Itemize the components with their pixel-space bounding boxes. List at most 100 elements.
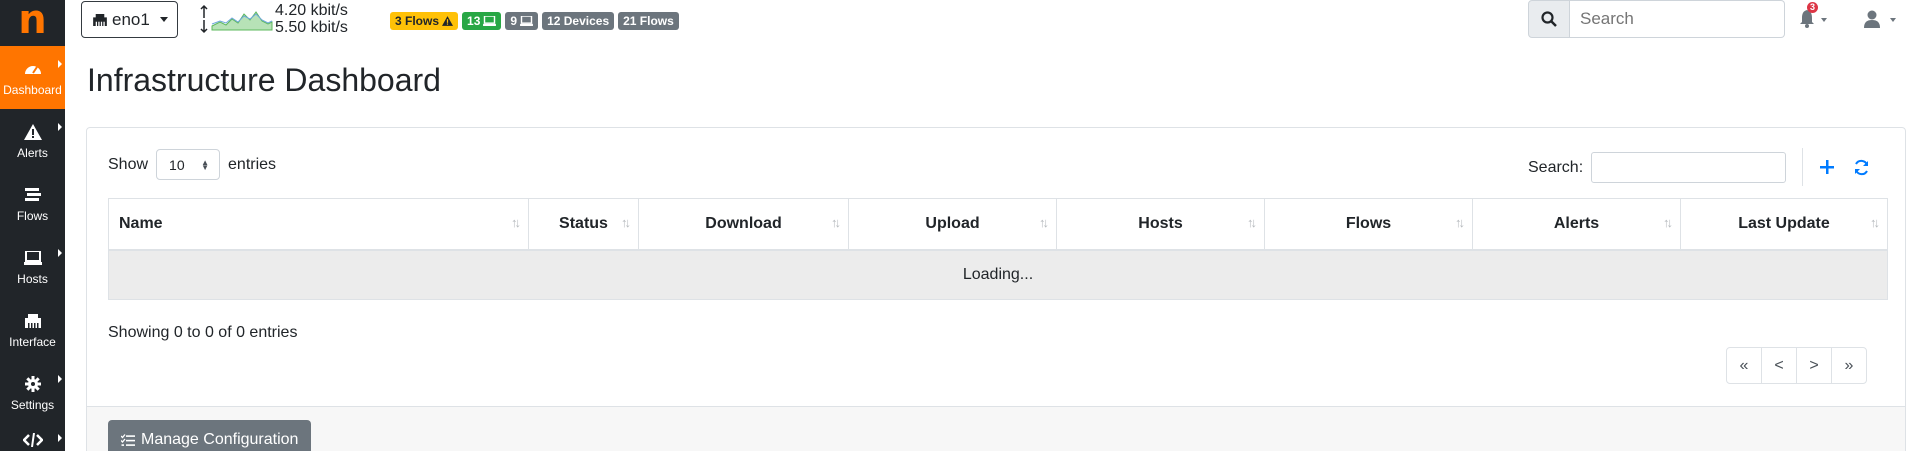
caret-down-icon <box>1821 18 1827 22</box>
column-header-download[interactable]: Download ↑↓ <box>638 198 849 251</box>
page-length-select[interactable]: 10 ▲ ▼ <box>156 149 221 180</box>
sort-icon: ↑↓ <box>1455 215 1465 230</box>
sort-icon: ↑↓ <box>511 215 521 230</box>
add-button[interactable] <box>1819 159 1835 175</box>
column-header-status[interactable]: Status ↑↓ <box>528 198 639 251</box>
interface-dropdown[interactable]: eno1 <box>81 1 178 38</box>
previous-page-button[interactable]: < <box>1761 347 1797 384</box>
laptop-icon <box>520 16 533 26</box>
badge-label: 13 <box>467 14 481 28</box>
tasks-list-icon <box>121 433 135 447</box>
active-hosts-badge[interactable]: 13 <box>462 12 502 30</box>
column-header-hosts[interactable]: Hosts ↑↓ <box>1056 198 1265 251</box>
column-label: Alerts <box>1553 214 1600 232</box>
global-search <box>1528 0 1785 38</box>
pagination: « < > » <box>1726 347 1867 384</box>
caret-right-icon <box>58 249 62 257</box>
devices-badge[interactable]: 12 Devices <box>542 12 615 30</box>
flows-alert-badge[interactable]: 3 Flows <box>390 12 459 30</box>
gear-icon <box>23 374 43 394</box>
caret-down-icon <box>159 17 168 22</box>
table-search-label: Search: <box>1528 158 1584 176</box>
sidebar-item-label: Dashboard <box>3 82 62 97</box>
sidebar: n Dashboard Alerts Flows Hosts Interface <box>0 0 65 451</box>
user-icon <box>1864 10 1880 28</box>
entries-label: entries <box>228 155 277 173</box>
sidebar-item-label: Flows <box>16 208 49 223</box>
caret-right-icon <box>58 375 62 383</box>
infrastructure-card: Show 10 ▲ ▼ entries Search: Name ↑↓ Status… <box>86 127 1906 451</box>
column-header-flows[interactable]: Flows ↑↓ <box>1264 198 1473 251</box>
sort-icon: ↑↓ <box>621 215 631 230</box>
sort-icon: ↑↓ <box>1870 215 1880 230</box>
length-control: Show 10 ▲ ▼ entries <box>108 149 276 180</box>
next-page-button[interactable]: > <box>1796 347 1832 384</box>
column-label: Flows <box>1345 214 1392 232</box>
status-badges: 3 Flows 13 9 12 Devices 21 Flows <box>390 12 679 30</box>
sort-icon: ↑↓ <box>831 215 841 230</box>
search-icon <box>1541 11 1557 27</box>
sidebar-item-label: Interface <box>9 334 56 349</box>
sidebar-item-developer[interactable] <box>0 424 65 451</box>
refresh-button[interactable] <box>1853 159 1870 176</box>
interface-name: eno1 <box>112 9 150 29</box>
flows-badge[interactable]: 21 Flows <box>618 12 679 30</box>
upload-rate: 4.20 kbit/s <box>275 2 348 19</box>
warning-icon <box>442 16 454 26</box>
sidebar-item-flows[interactable]: Flows <box>0 172 65 235</box>
sort-icon: ↑↓ <box>1247 215 1257 230</box>
user-dropdown[interactable] <box>1860 8 1900 32</box>
speedometer-icon <box>23 59 43 79</box>
caret-right-icon <box>58 60 62 68</box>
sidebar-item-label: Hosts <box>17 271 48 286</box>
hosts-badge[interactable]: 9 <box>505 12 539 30</box>
sort-icon: ↑↓ <box>1039 215 1049 230</box>
first-page-button[interactable]: « <box>1726 347 1762 384</box>
caret-down-icon <box>1890 18 1896 22</box>
sidebar-item-alerts[interactable]: Alerts <box>0 109 65 172</box>
table-header-row: Name ↑↓ Status ↑↓ Download ↑↓ Upload ↑↓ Host… <box>108 198 1888 251</box>
sidebar-item-hosts[interactable]: Hosts <box>0 235 65 298</box>
table-row: Loading... <box>108 249 1888 300</box>
caret-right-icon <box>58 123 62 131</box>
warning-icon <box>23 122 43 142</box>
table-info: Showing 0 to 0 of 0 entries <box>108 324 298 341</box>
loading-cell: Loading... <box>108 249 1888 300</box>
last-page-button[interactable]: » <box>1831 347 1867 384</box>
sidebar-item-settings[interactable]: Settings <box>0 361 65 424</box>
search-button[interactable] <box>1528 0 1570 38</box>
ethernet-icon <box>23 311 43 331</box>
badge-label: 9 <box>510 14 518 28</box>
ethernet-icon <box>93 13 107 26</box>
manage-configuration-button[interactable]: Manage Configuration <box>108 420 312 451</box>
table-search-input[interactable] <box>1591 152 1787 183</box>
notifications-dropdown[interactable]: 3 <box>1795 2 1831 32</box>
column-header-last-update[interactable]: Last Update ↑↓ <box>1680 198 1888 251</box>
page-length-value: 10 <box>169 156 185 173</box>
download-rate: 5.50 kbit/s <box>275 19 348 36</box>
stream-icon <box>23 185 43 205</box>
traffic-sparkline[interactable] <box>200 4 275 39</box>
infrastructure-table: Name ↑↓ Status ↑↓ Download ↑↓ Upload ↑↓ Host… <box>108 198 1888 300</box>
column-label: Name <box>119 214 163 232</box>
sidebar-item-interface[interactable]: Interface <box>0 298 65 361</box>
column-label: Download <box>705 214 782 232</box>
sidebar-item-label: Settings <box>10 397 55 412</box>
manage-configuration-label: Manage Configuration <box>141 431 299 448</box>
throughput-rates: 4.20 kbit/s 5.50 kbit/s <box>275 2 348 36</box>
table-tools <box>1802 148 1870 186</box>
column-label: Hosts <box>1138 214 1183 232</box>
card-footer: Manage Configuration <box>87 406 1905 451</box>
column-header-upload[interactable]: Upload ↑↓ <box>848 198 1057 251</box>
sidebar-item-label: Alerts <box>17 145 48 160</box>
sidebar-item-dashboard[interactable]: Dashboard <box>0 46 65 109</box>
search-input[interactable] <box>1570 0 1785 38</box>
select-arrows-icon: ▲ ▼ <box>201 158 210 172</box>
ntopng-logo[interactable]: n <box>0 0 65 46</box>
notification-count-badge: 3 <box>1807 2 1819 13</box>
column-header-alerts[interactable]: Alerts ↑↓ <box>1472 198 1681 251</box>
column-header-name[interactable]: Name ↑↓ <box>108 198 529 251</box>
caret-right-icon <box>58 434 62 442</box>
logo-glyph: n <box>18 0 47 43</box>
refresh-icon <box>1853 159 1870 176</box>
